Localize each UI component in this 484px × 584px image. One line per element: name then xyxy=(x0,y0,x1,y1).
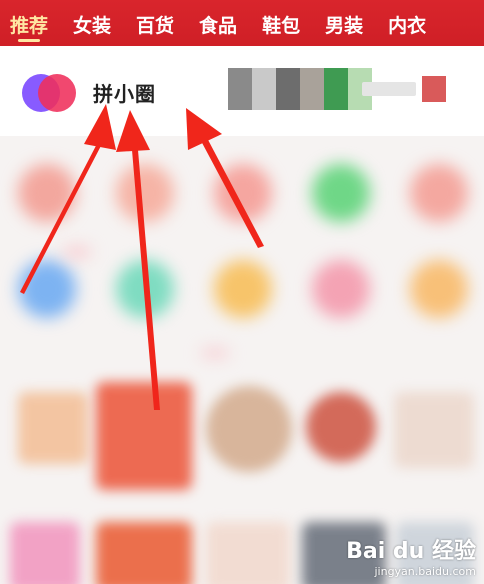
blurred-product-card xyxy=(206,386,292,472)
blurred-icon xyxy=(312,164,370,222)
blurred-product-card xyxy=(96,382,192,490)
blurred-icon xyxy=(18,260,76,318)
tab-general-goods[interactable]: 百货 xyxy=(136,6,174,46)
blurred-product-card xyxy=(306,392,376,462)
blurred-product-card xyxy=(18,392,88,464)
blurred-icon xyxy=(116,164,174,222)
blurred-icon xyxy=(410,260,468,318)
blurred-product-card xyxy=(206,522,290,584)
blurred-product-card xyxy=(96,522,192,584)
blurred-product-card xyxy=(394,392,474,468)
tab-recommend[interactable]: 推荐 xyxy=(10,6,48,46)
blurred-content-area xyxy=(0,136,484,584)
blurred-icon xyxy=(312,260,370,318)
friend-info-pixelated xyxy=(362,82,416,96)
friend-badge-pixelated xyxy=(422,76,446,102)
pinxiaoquan-entry[interactable]: 拼小圈 xyxy=(0,46,484,136)
watermark-url: jingyan.baidu.com xyxy=(374,565,476,578)
tab-underwear[interactable]: 内衣 xyxy=(388,6,426,46)
friend-avatars-pixelated xyxy=(228,68,372,110)
blurred-icon xyxy=(214,164,272,222)
watermark-main: Bai du 经验 xyxy=(346,539,476,564)
tab-food[interactable]: 食品 xyxy=(199,6,237,46)
blurred-icon xyxy=(214,260,272,318)
pinxiaoquan-logo-icon xyxy=(22,74,78,112)
tab-mens-clothing[interactable]: 男装 xyxy=(325,6,363,46)
blurred-dot xyxy=(62,246,92,258)
blurred-icon xyxy=(410,164,468,222)
blurred-icon xyxy=(116,260,174,318)
category-tab-bar: 推荐 女装 百货 食品 鞋包 男装 内衣 xyxy=(0,0,484,46)
baidu-jingyan-watermark: Bai du 经验 jingyan.baidu.com xyxy=(346,533,476,578)
blurred-product-card xyxy=(10,522,80,584)
blurred-icon xyxy=(18,164,76,222)
tab-womens-clothing[interactable]: 女装 xyxy=(73,6,111,46)
pinxiaoquan-label: 拼小圈 xyxy=(93,82,156,106)
tab-shoes-bags[interactable]: 鞋包 xyxy=(262,6,300,46)
blurred-dot xyxy=(200,348,230,358)
